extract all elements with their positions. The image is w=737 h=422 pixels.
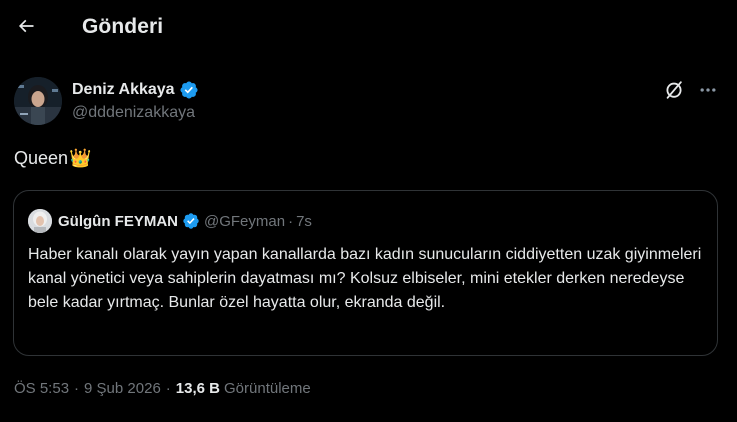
post-time[interactable]: ÖS 5:53 <box>14 380 69 397</box>
quoted-author-handle: @GFeyman <box>204 212 286 230</box>
author-avatar[interactable] <box>14 77 62 125</box>
grok-icon <box>663 79 685 106</box>
views-label: Görüntüleme <box>224 380 311 397</box>
more-horizontal-icon <box>698 80 718 105</box>
post-author: Deniz Akkaya @dddenizakkaya <box>14 76 714 130</box>
views-count: 13,6 B <box>175 380 220 397</box>
quoted-post[interactable]: Gülgûn FEYMAN @GFeyman · 7s Haber kanalı… <box>13 190 718 356</box>
quoted-post-time: 7s <box>296 212 312 230</box>
quoted-post-text: Haber kanalı olarak yayın yapan kanallar… <box>28 246 702 311</box>
post-date[interactable]: 9 Şub 2026 <box>84 380 161 397</box>
quoted-separator: · <box>288 212 294 230</box>
meta-separator: · <box>74 380 80 397</box>
grok-button[interactable] <box>662 80 686 104</box>
verified-badge-icon <box>179 80 199 100</box>
more-options-button[interactable] <box>696 80 720 104</box>
back-button[interactable] <box>8 10 44 46</box>
top-bar: Gönderi <box>0 0 737 56</box>
meta-separator: · <box>165 380 171 397</box>
arrow-left-icon <box>16 16 36 41</box>
verified-badge-icon <box>182 212 200 230</box>
quoted-post-header: Gülgûn FEYMAN @GFeyman · 7s <box>28 209 312 233</box>
author-name[interactable]: Deniz Akkaya <box>72 81 175 99</box>
post-meta: ÖS 5:53 · 9 Şub 2026 · 13,6 B Görüntülem… <box>14 380 311 397</box>
crown-emoji: 👑 <box>69 148 92 168</box>
quoted-author-avatar <box>28 209 52 233</box>
author-handle[interactable]: @dddenizakkaya <box>72 104 195 122</box>
post-text: Queen 👑 <box>14 148 91 169</box>
post-text-content: Queen <box>14 148 69 168</box>
page-title: Gönderi <box>82 15 164 38</box>
quoted-author-name: Gülgûn FEYMAN <box>58 212 178 230</box>
